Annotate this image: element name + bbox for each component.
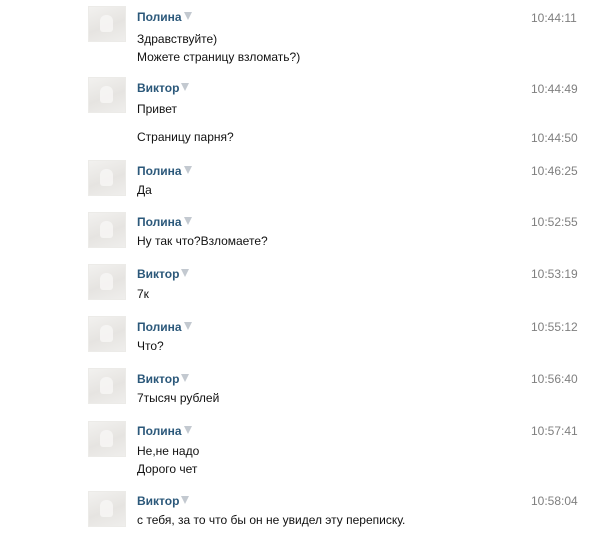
avatar[interactable] — [88, 160, 126, 196]
message-author[interactable]: Полина — [137, 215, 192, 229]
avatar[interactable] — [88, 316, 126, 352]
avatar[interactable] — [88, 212, 126, 248]
message-text: Страницу парня? — [137, 130, 234, 144]
message-text: 7тысяч рублей — [137, 391, 220, 405]
message-text: Да — [137, 183, 152, 197]
message-author[interactable]: Виктор — [137, 494, 190, 508]
message-author[interactable]: Полина — [137, 320, 192, 334]
message-author[interactable]: Полина — [137, 164, 192, 178]
message-time: 10:46:25 — [531, 164, 578, 178]
message-text: Можете страницу взломать?) — [137, 50, 301, 64]
message-time: 10:44:49 — [531, 82, 578, 96]
avatar[interactable] — [88, 264, 126, 300]
message-text: Здравствуйте) — [137, 32, 218, 46]
caret-down-icon[interactable] — [181, 269, 190, 277]
message-author[interactable]: Виктор — [137, 81, 190, 95]
caret-down-icon[interactable] — [181, 496, 190, 504]
message-text: 7к — [137, 287, 149, 301]
message-time: 10:44:11 — [531, 11, 577, 25]
caret-down-icon[interactable] — [183, 426, 192, 434]
message-text: Не,не надо — [137, 444, 200, 458]
message-time: 10:56:40 — [531, 372, 578, 386]
caret-down-icon[interactable] — [183, 217, 192, 225]
avatar[interactable] — [88, 491, 126, 527]
message-text: Ну так что?Взломаете? — [137, 234, 268, 248]
caret-down-icon[interactable] — [181, 374, 190, 382]
caret-down-icon[interactable] — [183, 322, 192, 330]
message-time: 10:52:55 — [531, 215, 578, 229]
message-time: 10:53:19 — [531, 267, 578, 281]
message-text: Что? — [137, 339, 164, 353]
message-time: 10:44:50 — [531, 131, 578, 145]
message-text: Привет — [137, 102, 178, 116]
message-author[interactable]: Виктор — [137, 267, 190, 281]
message-author[interactable]: Полина — [137, 10, 192, 24]
avatar[interactable] — [88, 77, 126, 113]
avatar[interactable] — [88, 368, 126, 404]
message-time: 10:57:41 — [531, 424, 578, 438]
message-time: 10:55:12 — [531, 320, 578, 334]
avatar[interactable] — [88, 6, 126, 42]
message-time: 10:58:04 — [531, 494, 578, 508]
caret-down-icon[interactable] — [181, 83, 190, 91]
message-author[interactable]: Виктор — [137, 372, 190, 386]
message-author[interactable]: Полина — [137, 424, 192, 438]
message-text: Дорого чет — [137, 462, 198, 476]
message-text: с тебя, за то что бы он не увидел эту пе… — [137, 513, 406, 527]
avatar[interactable] — [88, 421, 126, 457]
caret-down-icon[interactable] — [183, 12, 192, 20]
caret-down-icon[interactable] — [183, 166, 192, 174]
